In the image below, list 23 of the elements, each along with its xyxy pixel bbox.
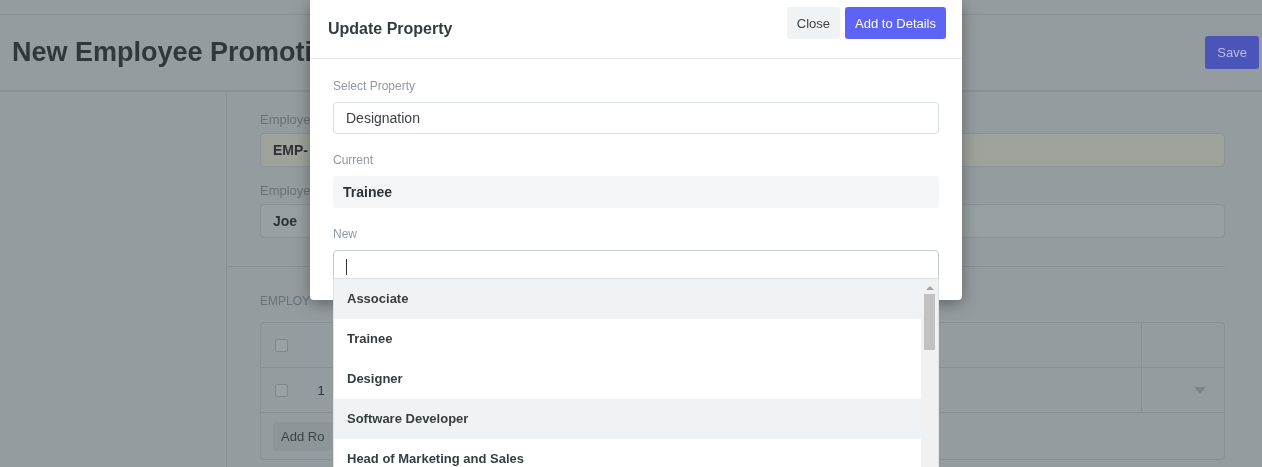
page-title: New Employee Promoti <box>12 37 313 68</box>
suggestion-item[interactable]: Trainee <box>334 319 921 359</box>
suggestion-item[interactable]: Software Developer <box>334 399 921 439</box>
scrollbar[interactable] <box>921 279 938 467</box>
scroll-thumb[interactable] <box>924 294 935 350</box>
suggestion-item[interactable]: Associate <box>334 279 921 319</box>
field-label: Select Property <box>333 79 417 93</box>
close-button[interactable]: Close <box>786 7 841 39</box>
caret-icon[interactable] <box>1194 386 1206 394</box>
checkbox[interactable] <box>274 383 288 397</box>
select-field[interactable]: Designation <box>333 102 939 134</box>
suggestion-item[interactable]: Head of Marketing and Sales <box>334 439 921 467</box>
add-button[interactable]: Add to Details <box>845 7 946 39</box>
field-label: New <box>333 227 358 241</box>
suggestion-item[interactable]: Designer <box>334 359 921 399</box>
checkbox[interactable] <box>274 338 288 352</box>
field-label: Current <box>333 153 374 167</box>
save-button[interactable]: Save <box>1205 36 1259 69</box>
text-cursor <box>346 259 347 276</box>
current-value: Trainee <box>333 176 939 208</box>
dialog-title: Update Property <box>328 20 453 38</box>
scroll-up-icon[interactable] <box>925 286 934 290</box>
row-number: 1 <box>317 382 325 398</box>
